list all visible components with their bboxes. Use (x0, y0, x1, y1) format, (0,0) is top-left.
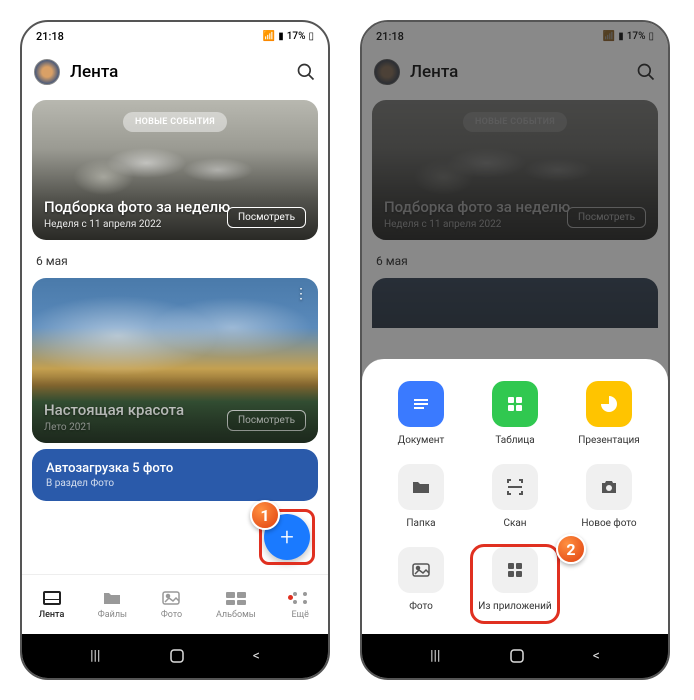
sheet-presentation[interactable]: Презентация (565, 381, 653, 446)
sheet-folder[interactable]: Папка (377, 464, 465, 529)
photo-icon (160, 589, 182, 607)
sheet-label: Из приложений (478, 601, 551, 612)
back-button[interactable]: < (253, 648, 260, 664)
phone-right: 21:18 📶 ▮ 17% ▯ Лента НОВЫЕ СОБЫТИЯ Подб… (360, 20, 670, 680)
table-icon (492, 381, 538, 427)
avatar[interactable] (34, 59, 60, 85)
view-button[interactable]: Посмотреть (227, 207, 306, 228)
date-section-label: 6 мая (22, 246, 328, 272)
presentation-icon (586, 381, 632, 427)
folder-icon (101, 589, 123, 607)
sheet-label: Документ (398, 435, 445, 446)
status-icons: 📶 ▮ 17% ▯ (263, 31, 314, 42)
camera-icon (586, 464, 632, 510)
callout-1: 1 (250, 500, 280, 530)
feed-card-weekly[interactable]: НОВЫЕ СОБЫТИЯ Подборка фото за неделю Не… (32, 100, 318, 240)
card-subtitle: Лето 2021 (44, 422, 306, 433)
nav-label: Альбомы (216, 610, 256, 620)
recents-button[interactable]: ||| (430, 648, 440, 664)
create-sheet: Документ Таблица Презентация Папка Скан (362, 359, 668, 634)
sheet-label: Новое фото (581, 518, 636, 529)
signal-icon: ▮ (278, 31, 284, 42)
wifi-icon: 📶 (263, 31, 275, 42)
autoupload-banner[interactable]: Автозагрузка 5 фото В раздел Фото (32, 449, 318, 501)
android-navbar: ||| < (22, 634, 328, 678)
sheet-label: Таблица (495, 435, 534, 446)
sheet-new-photo[interactable]: Новое фото (565, 464, 653, 529)
recents-button[interactable]: ||| (90, 648, 100, 664)
home-button[interactable] (169, 648, 185, 664)
card-title: Настоящая красота (44, 401, 306, 419)
battery-icon: ▯ (308, 31, 314, 42)
new-events-badge: НОВЫЕ СОБЫТИЯ (123, 112, 227, 132)
battery-text: 17% (287, 31, 306, 42)
search-icon[interactable] (296, 62, 316, 82)
sheet-label: Презентация (578, 435, 640, 446)
nav-label: Файлы (98, 610, 127, 620)
albums-icon (225, 589, 247, 607)
feed-card-beauty[interactable]: ⋮ Настоящая красота Лето 2021 Посмотреть (32, 278, 318, 443)
callout-2: 2 (556, 534, 586, 564)
android-navbar: ||| < (362, 634, 668, 678)
scan-icon (492, 464, 538, 510)
sheet-scan[interactable]: Скан (471, 464, 559, 529)
sheet-photo[interactable]: Фото (377, 547, 465, 612)
gallery-icon (398, 547, 444, 593)
sheet-from-apps[interactable]: Из приложений (471, 547, 559, 612)
banner-subtitle: В раздел Фото (46, 478, 304, 489)
sheet-label: Фото (409, 601, 433, 612)
phone-left: 21:18 📶 ▮ 17% ▯ Лента НОВЫЕ СОБЫТИЯ Подб… (20, 20, 330, 680)
folder-icon (398, 464, 444, 510)
app-header: Лента (22, 50, 328, 94)
nav-files[interactable]: Файлы (98, 589, 127, 620)
status-time: 21:18 (36, 30, 64, 43)
sheet-table[interactable]: Таблица (471, 381, 559, 446)
nav-label: Фото (161, 610, 182, 620)
banner-title: Автозагрузка 5 фото (46, 461, 304, 476)
nav-albums[interactable]: Альбомы (216, 589, 256, 620)
home-button[interactable] (509, 648, 525, 664)
nav-label: Лента (39, 610, 65, 620)
status-bar: 21:18 📶 ▮ 17% ▯ (22, 22, 328, 50)
sheet-label: Скан (503, 518, 526, 529)
bottom-nav: Лента Файлы Фото Альбомы Ещё (22, 574, 328, 634)
plus-icon: + (280, 523, 294, 551)
document-icon (398, 381, 444, 427)
page-title: Лента (70, 62, 286, 82)
sheet-label: Папка (406, 518, 435, 529)
apps-icon (492, 547, 538, 593)
back-button[interactable]: < (593, 648, 600, 664)
sheet-document[interactable]: Документ (377, 381, 465, 446)
more-icon[interactable]: ⋮ (294, 286, 308, 302)
nav-photo[interactable]: Фото (160, 589, 182, 620)
nav-label: Ещё (292, 610, 309, 620)
nav-feed[interactable]: Лента (39, 589, 65, 620)
view-button[interactable]: Посмотреть (227, 410, 306, 431)
nav-more[interactable]: Ещё (289, 589, 311, 620)
feed-icon (41, 589, 63, 607)
